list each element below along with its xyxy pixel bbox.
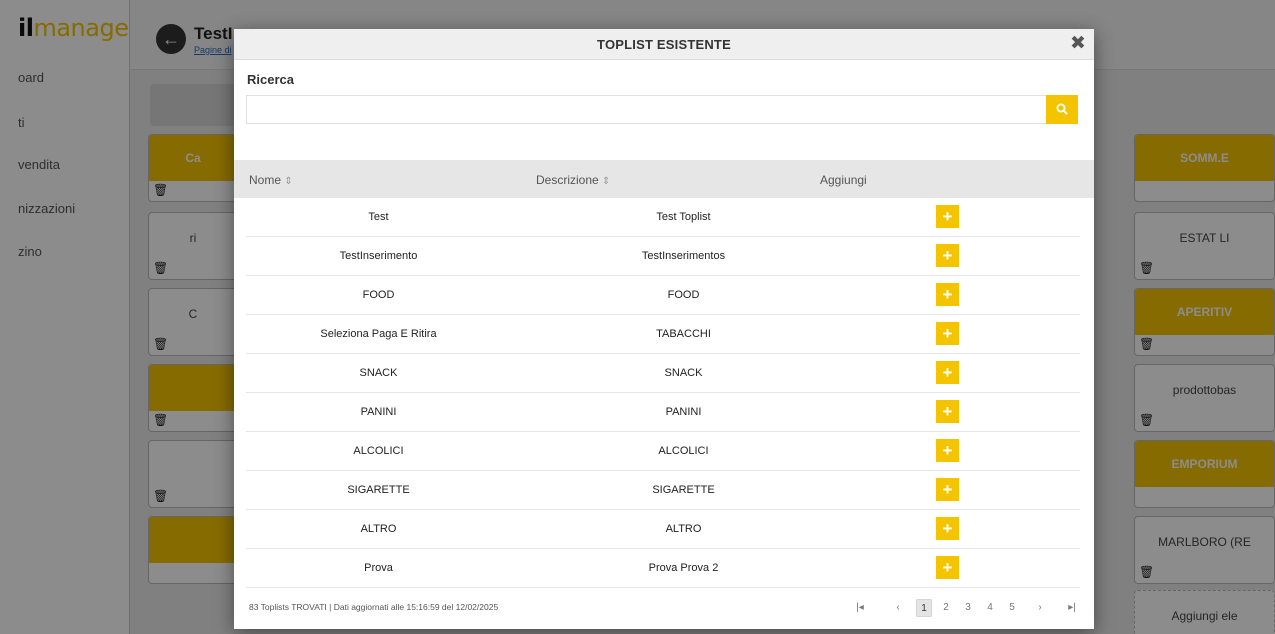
row-name: Test bbox=[368, 211, 389, 223]
add-plus-icon[interactable]: + bbox=[936, 205, 959, 228]
row-description: SIGARETTE bbox=[652, 484, 715, 496]
pagination: |◂ ‹ 1 2 3 4 5 › ▸| bbox=[850, 599, 1090, 619]
add-plus-icon[interactable]: + bbox=[936, 283, 959, 306]
table-row: TestInserimento TestInserimentos + bbox=[246, 237, 1080, 276]
add-plus-icon[interactable]: + bbox=[936, 400, 959, 423]
table-row: SIGARETTE SIGARETTE + bbox=[246, 471, 1080, 510]
add-plus-icon[interactable]: + bbox=[936, 478, 959, 501]
table-row: PANINI PANINI + bbox=[246, 393, 1080, 432]
search-label: Ricerca bbox=[247, 72, 294, 87]
table-header: Nome ⇕ Descrizione ⇕ Aggiungi bbox=[234, 160, 1094, 198]
modal-header: TOPLIST ESISTENTE ✖ bbox=[234, 29, 1094, 60]
table-row: Test Test Toplist + bbox=[246, 198, 1080, 237]
row-description: PANINI bbox=[665, 406, 702, 418]
table-row: ALTRO ALTRO + bbox=[246, 510, 1080, 549]
row-name: SIGARETTE bbox=[347, 484, 410, 496]
row-description: ALCOLICI bbox=[658, 445, 709, 457]
page-button-3[interactable]: 3 bbox=[960, 599, 976, 617]
column-header-add: Aggiungi bbox=[820, 173, 867, 187]
row-name: SNACK bbox=[359, 367, 398, 379]
row-name: Seleziona Paga E Ritira bbox=[320, 328, 437, 340]
column-header-description[interactable]: Descrizione ⇕ bbox=[536, 173, 610, 187]
table-row: ALCOLICI ALCOLICI + bbox=[246, 432, 1080, 471]
add-plus-icon[interactable]: + bbox=[936, 322, 959, 345]
table-row: FOOD FOOD + bbox=[246, 276, 1080, 315]
row-description: ALTRO bbox=[665, 523, 702, 535]
column-header-name[interactable]: Nome ⇕ bbox=[249, 173, 293, 187]
table-row: Prova Prova Prova 2 + bbox=[246, 549, 1080, 588]
first-page-icon[interactable]: |◂ bbox=[852, 599, 868, 617]
close-icon[interactable]: ✖ bbox=[1068, 33, 1088, 55]
results-info: 83 Toplists TROVATI | Dati aggiornati al… bbox=[249, 602, 499, 612]
add-plus-icon[interactable]: + bbox=[936, 244, 959, 267]
next-page-icon[interactable]: › bbox=[1032, 599, 1048, 617]
row-description: TABACCHI bbox=[656, 328, 711, 340]
row-name: ALCOLICI bbox=[353, 445, 404, 457]
row-description: Test Toplist bbox=[656, 211, 711, 223]
page-button-1[interactable]: 1 bbox=[916, 599, 932, 617]
page-button-5[interactable]: 5 bbox=[1004, 599, 1020, 617]
row-name: TestInserimento bbox=[339, 250, 418, 262]
prev-page-icon[interactable]: ‹ bbox=[890, 599, 906, 617]
row-name: Prova bbox=[364, 562, 393, 574]
last-page-icon[interactable]: ▸| bbox=[1064, 599, 1080, 617]
row-description: FOOD bbox=[667, 289, 700, 301]
add-plus-icon[interactable]: + bbox=[936, 361, 959, 384]
page-button-4[interactable]: 4 bbox=[982, 599, 998, 617]
row-name: ALTRO bbox=[360, 523, 397, 535]
search-icon bbox=[1056, 103, 1068, 115]
add-plus-icon[interactable]: + bbox=[936, 439, 959, 462]
sort-icon: ⇕ bbox=[284, 176, 293, 187]
table-row: Seleziona Paga E Ritira TABACCHI + bbox=[246, 315, 1080, 354]
search-button[interactable] bbox=[1046, 95, 1078, 124]
row-name: PANINI bbox=[360, 406, 397, 418]
add-plus-icon[interactable]: + bbox=[936, 517, 959, 540]
row-name: FOOD bbox=[362, 289, 395, 301]
search-input[interactable] bbox=[246, 95, 1046, 124]
row-description: TestInserimentos bbox=[641, 250, 726, 262]
row-description: SNACK bbox=[664, 367, 703, 379]
toplist-modal: TOPLIST ESISTENTE ✖ Ricerca Nome ⇕ Descr… bbox=[234, 29, 1094, 629]
page-button-2[interactable]: 2 bbox=[938, 599, 954, 617]
row-description: Prova Prova 2 bbox=[648, 562, 719, 574]
add-plus-icon[interactable]: + bbox=[936, 556, 959, 579]
modal-title: TOPLIST ESISTENTE bbox=[597, 37, 731, 52]
table-row: SNACK SNACK + bbox=[246, 354, 1080, 393]
sort-icon: ⇕ bbox=[602, 176, 611, 187]
